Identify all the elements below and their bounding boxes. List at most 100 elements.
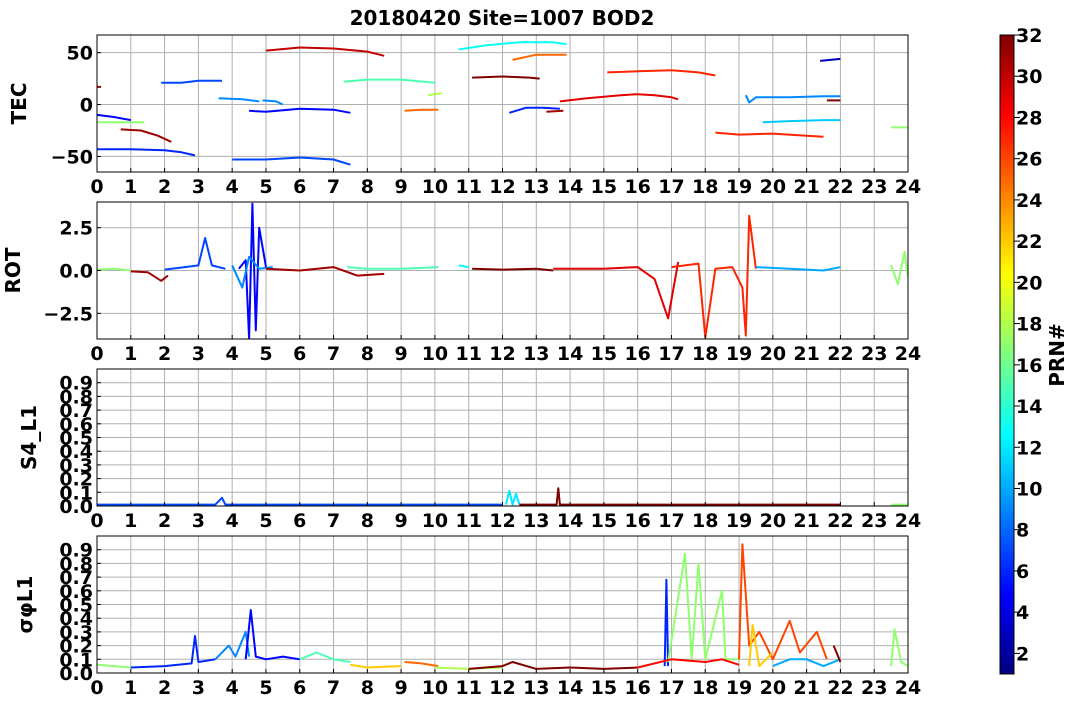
x-tick-label: 4 — [226, 510, 239, 532]
x-tick-label: 22 — [827, 176, 853, 198]
x-tick-label: 9 — [395, 510, 408, 532]
x-tick-label: 16 — [624, 176, 650, 198]
x-tick-label: 19 — [726, 677, 752, 699]
y-tick-label: 0.9 — [59, 540, 93, 562]
series-line — [97, 148, 196, 157]
series-line — [504, 489, 521, 506]
x-tick-label: 6 — [293, 677, 306, 699]
x-tick-label: 6 — [293, 510, 306, 532]
x-tick-label: 19 — [726, 176, 752, 198]
x-tick-label: 8 — [361, 677, 374, 699]
subplot-3: 0 1 2 3 4 5 6 7 8 9 10 11 12 13 14 15 16 17 18 19 20 21 22 23 24… — [17, 368, 921, 532]
x-tick-label: 3 — [192, 176, 205, 198]
x-tick-label: 2 — [158, 176, 171, 198]
x-tick-label: 23 — [861, 343, 887, 365]
colorbar-tick-label: 12 — [1016, 437, 1042, 459]
x-tick-label: 15 — [591, 677, 617, 699]
x-tick-label: 21 — [793, 176, 819, 198]
y-tick-label: 2.5 — [59, 218, 93, 240]
x-tick-label: 7 — [327, 677, 340, 699]
x-tick-label: 20 — [760, 510, 786, 532]
colorbar: 2468101214161820222426283032 PRN# — [999, 25, 1069, 675]
colorbar-tick-label: 10 — [1016, 478, 1042, 500]
x-tick-label: 9 — [395, 343, 408, 365]
x-tick-label: 18 — [692, 677, 718, 699]
x-tick-label: 9 — [395, 677, 408, 699]
colorbar-tick-label: 8 — [1016, 520, 1029, 542]
series-line — [231, 255, 273, 289]
x-tick-label: 13 — [523, 677, 549, 699]
colorbar-tick-label: 28 — [1016, 107, 1042, 129]
x-tick-label: 14 — [557, 343, 583, 365]
x-tick-label: 16 — [624, 343, 650, 365]
x-tick-label: 20 — [760, 343, 786, 365]
x-tick-label: 12 — [489, 176, 515, 198]
x-tick-label: 15 — [591, 510, 617, 532]
series-line — [607, 69, 716, 77]
y-tick-label: 0 — [80, 95, 93, 117]
x-tick-label: 10 — [422, 677, 448, 699]
x-tick-label: 6 — [293, 176, 306, 198]
x-tick-label: 19 — [726, 510, 752, 532]
x-tick-label: 8 — [361, 343, 374, 365]
x-tick-label: 23 — [861, 510, 887, 532]
x-tick-label: 17 — [658, 343, 684, 365]
x-tick-label: 17 — [658, 677, 684, 699]
series-line — [715, 131, 824, 138]
x-tick-label: 17 — [658, 176, 684, 198]
x-tick-label: 23 — [861, 176, 887, 198]
x-tick-label: 8 — [361, 176, 374, 198]
series-line — [130, 635, 216, 669]
x-tick-label: 21 — [793, 510, 819, 532]
x-tick-label: 20 — [760, 176, 786, 198]
series-line — [161, 79, 222, 84]
series-line — [458, 41, 567, 51]
colorbar-ticks: 2468101214161820222426283032 — [1014, 25, 1042, 665]
subplot-2: 0 1 2 3 4 5 6 7 8 9 10 11 12 13 14 15 16 17 18 19 20 21 22 23 24… — [1, 201, 921, 365]
series-line — [404, 108, 439, 112]
x-tick-label: 24 — [895, 510, 921, 532]
x-tick-label: 10 — [422, 510, 448, 532]
series-line — [347, 266, 439, 270]
series-line — [744, 94, 841, 104]
x-tick-label: 11 — [455, 343, 481, 365]
x-tick-label: 24 — [895, 677, 921, 699]
y-axis-label: TEC — [7, 83, 31, 125]
colorbar-tick-label: 18 — [1016, 314, 1042, 336]
series-line — [559, 93, 679, 103]
series-line — [637, 658, 740, 669]
x-tick-label: 3 — [192, 677, 205, 699]
y-tick-label: −2.5 — [43, 303, 93, 325]
x-tick-label: 22 — [827, 343, 853, 365]
x-tick-label: 18 — [692, 510, 718, 532]
y-tick-label: 0.9 — [59, 373, 93, 395]
y-axis-label: ROT — [1, 247, 25, 293]
x-tick-label: 16 — [624, 677, 650, 699]
series-line — [512, 53, 567, 61]
x-tick-label: 11 — [455, 176, 481, 198]
series-line — [458, 264, 469, 269]
x-tick-label: 14 — [557, 677, 583, 699]
x-tick-label: 1 — [124, 510, 137, 532]
x-tick-label: 17 — [658, 510, 684, 532]
x-tick-label: 13 — [523, 510, 549, 532]
x-tick-label: 12 — [489, 343, 515, 365]
colorbar-label: PRN# — [1045, 323, 1069, 387]
colorbar-tick-label: 30 — [1016, 66, 1042, 88]
colorbar-tick-label: 6 — [1016, 561, 1029, 583]
series-line — [97, 663, 131, 669]
x-tick-label: 12 — [489, 510, 515, 532]
x-tick-label: 1 — [124, 677, 137, 699]
series-line — [97, 113, 131, 122]
x-tick-label: 5 — [259, 510, 272, 532]
series-line — [244, 609, 300, 661]
series-line — [519, 487, 841, 506]
x-tick-label: 15 — [591, 176, 617, 198]
series-line — [663, 578, 670, 667]
y-tick-label: 0.0 — [59, 261, 93, 283]
x-tick-label: 10 — [422, 176, 448, 198]
colorbar-tick-label: 24 — [1016, 190, 1042, 212]
series-line — [299, 651, 351, 663]
colorbar-tick-label: 4 — [1016, 602, 1029, 624]
x-tick-label: 18 — [692, 343, 718, 365]
